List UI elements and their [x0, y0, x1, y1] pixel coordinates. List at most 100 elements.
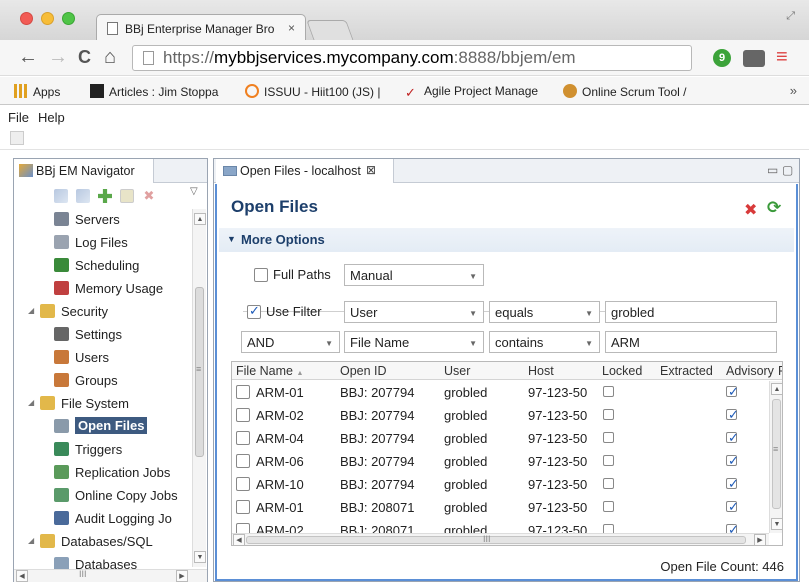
column-header-r[interactable]: R: [778, 364, 782, 378]
tree-item[interactable]: Open Files: [50, 416, 192, 438]
row-select-checkbox[interactable]: [236, 454, 250, 468]
close-window-button[interactable]: [20, 12, 33, 25]
tree-item[interactable]: Audit Logging Jo: [50, 508, 192, 530]
delete-icon[interactable]: ✖: [142, 189, 156, 203]
row-select-checkbox[interactable]: [236, 408, 250, 422]
refresh-mode-select[interactable]: Manual ▼: [344, 264, 484, 286]
back-icon[interactable]: ←: [18, 47, 38, 67]
restore-icon[interactable]: ⤢: [786, 10, 795, 23]
filter-operator-2-select[interactable]: contains ▼: [489, 331, 600, 353]
tree-item[interactable]: Settings: [50, 324, 192, 346]
row-select-checkbox[interactable]: [236, 523, 250, 533]
bookmark-scrum[interactable]: Online Scrum Tool /: [563, 84, 708, 99]
scrollbar-thumb[interactable]: ≡: [772, 399, 781, 509]
incognito-extension-icon[interactable]: [743, 50, 765, 67]
bookmarks-overflow-icon[interactable]: »: [790, 83, 797, 98]
view-menu-icon[interactable]: ▽: [190, 186, 198, 197]
table-row[interactable]: ARM-04 BBJ: 207794 grobled 97-123-50: [232, 427, 767, 450]
expand-toggle-icon[interactable]: ◢: [28, 398, 34, 407]
browser-menu-icon[interactable]: ≡: [776, 46, 788, 69]
tree-item[interactable]: Servers: [50, 209, 192, 231]
tree-item[interactable]: Replication Jobs: [50, 462, 192, 484]
scroll-down-arrow-icon[interactable]: ▼: [771, 518, 782, 530]
bookmark-apps[interactable]: Apps: [14, 84, 84, 99]
scroll-up-arrow-icon[interactable]: ▲: [771, 383, 782, 395]
menu-help[interactable]: Help: [38, 110, 65, 125]
reload-icon[interactable]: C: [78, 47, 91, 67]
filter-field-1-select[interactable]: User ▼: [344, 301, 484, 323]
forward-icon[interactable]: →: [48, 47, 68, 67]
scroll-down-arrow-icon[interactable]: ▼: [194, 551, 206, 563]
tree-item[interactable]: Databases: [50, 554, 192, 569]
filter-value-1-input[interactable]: grobled: [605, 301, 777, 323]
edit-icon[interactable]: [120, 189, 134, 203]
full-paths-checkbox[interactable]: [254, 268, 268, 282]
tab-navigator[interactable]: BBj EM Navigator: [14, 159, 154, 183]
tree-item[interactable]: Users: [50, 347, 192, 369]
table-row[interactable]: ARM-01 BBJ: 208071 grobled 97-123-50: [232, 496, 767, 519]
home-icon[interactable]: ⌂: [104, 47, 116, 67]
filter-value-2-input[interactable]: ARM: [605, 331, 777, 353]
new-tab-button[interactable]: [306, 20, 354, 41]
tree-item[interactable]: Online Copy Jobs: [50, 485, 192, 507]
scrollbar-thumb[interactable]: ≡: [195, 287, 204, 457]
expand-toggle-icon[interactable]: ◢: [28, 536, 34, 545]
use-filter-checkbox[interactable]: [247, 303, 261, 319]
navigator-horizontal-scrollbar[interactable]: ◀ III ▶: [14, 569, 207, 582]
filter-conjunction-select[interactable]: AND ▼: [241, 331, 340, 353]
bookmark-agile[interactable]: ✓ Agile Project Manage: [405, 84, 550, 100]
tree-item[interactable]: ◢ File System: [28, 393, 192, 415]
zoom-window-button[interactable]: [62, 12, 75, 25]
connect-icon[interactable]: [54, 189, 68, 203]
column-header-advisory[interactable]: Advisory: [726, 364, 774, 378]
menu-file[interactable]: File: [8, 110, 29, 125]
address-bar[interactable]: https://mybbjservices.mycompany.com:8888…: [132, 45, 692, 71]
table-row[interactable]: ARM-02 BBJ: 207794 grobled 97-123-50: [232, 404, 767, 427]
navigator-vertical-scrollbar[interactable]: ▲ ≡ ▼: [192, 209, 206, 567]
scrollbar-thumb[interactable]: III: [246, 534, 746, 544]
row-select-checkbox[interactable]: [236, 500, 250, 514]
tree-item[interactable]: Log Files: [50, 232, 192, 254]
close-files-icon[interactable]: ✖: [744, 200, 757, 220]
tree-item[interactable]: Groups: [50, 370, 192, 392]
row-select-checkbox[interactable]: [236, 385, 250, 399]
bookmark-articles[interactable]: Articles : Jim Stoppa: [90, 84, 230, 99]
expand-toggle-icon[interactable]: ◢: [28, 306, 34, 315]
row-select-checkbox[interactable]: [236, 477, 250, 491]
filter-field-2-select[interactable]: File Name ▼: [344, 331, 484, 353]
minimize-icon[interactable]: ▭: [767, 163, 778, 177]
scroll-right-arrow-icon[interactable]: ▶: [176, 570, 188, 582]
filter-operator-1-select[interactable]: equals ▼: [489, 301, 600, 323]
hangouts-extension-icon[interactable]: 9: [713, 49, 731, 67]
bookmark-issuu[interactable]: ISSUU - Hiit100 (JS) |: [245, 84, 385, 99]
scroll-left-arrow-icon[interactable]: ◀: [16, 570, 28, 582]
disconnect-icon[interactable]: [76, 189, 90, 203]
tab-close-icon[interactable]: ×: [288, 21, 295, 35]
tree-item[interactable]: Triggers: [50, 439, 192, 461]
scroll-up-arrow-icon[interactable]: ▲: [194, 213, 206, 225]
tree-item[interactable]: Scheduling: [50, 255, 192, 277]
refresh-icon[interactable]: ⟳: [767, 198, 781, 218]
column-header-file-name[interactable]: File Name ▲: [236, 364, 303, 378]
more-options-toggle[interactable]: ▼ More Options: [219, 228, 794, 252]
table-vertical-scrollbar[interactable]: ▲ ≡ ▼: [769, 381, 782, 533]
scroll-left-arrow-icon[interactable]: ◀: [233, 534, 245, 545]
column-header-open-id[interactable]: Open ID: [340, 364, 387, 378]
maximize-icon[interactable]: ▢: [782, 163, 793, 177]
tab-close-icon[interactable]: ⊠: [366, 163, 376, 177]
scroll-right-arrow-icon[interactable]: ▶: [754, 534, 766, 545]
table-row[interactable]: ARM-02 BBJ: 208071 grobled 97-123-50: [232, 519, 767, 533]
column-header-user[interactable]: User: [444, 364, 470, 378]
tree-item[interactable]: ◢ Security: [28, 301, 192, 323]
column-header-extracted[interactable]: Extracted: [660, 364, 713, 378]
tab-open-files[interactable]: Open Files - localhost ⊠: [216, 159, 394, 183]
add-icon[interactable]: [98, 189, 112, 203]
table-row[interactable]: ARM-01 BBJ: 207794 grobled 97-123-50: [232, 381, 767, 404]
table-row[interactable]: ARM-06 BBJ: 207794 grobled 97-123-50: [232, 450, 767, 473]
tree-item[interactable]: ◢ Databases/SQL: [28, 531, 192, 553]
minimize-window-button[interactable]: [41, 12, 54, 25]
tree-item[interactable]: Memory Usage: [50, 278, 192, 300]
table-horizontal-scrollbar[interactable]: ◀ III ▶: [232, 533, 769, 545]
table-row[interactable]: ARM-10 BBJ: 207794 grobled 97-123-50: [232, 473, 767, 496]
column-header-locked[interactable]: Locked: [602, 364, 642, 378]
